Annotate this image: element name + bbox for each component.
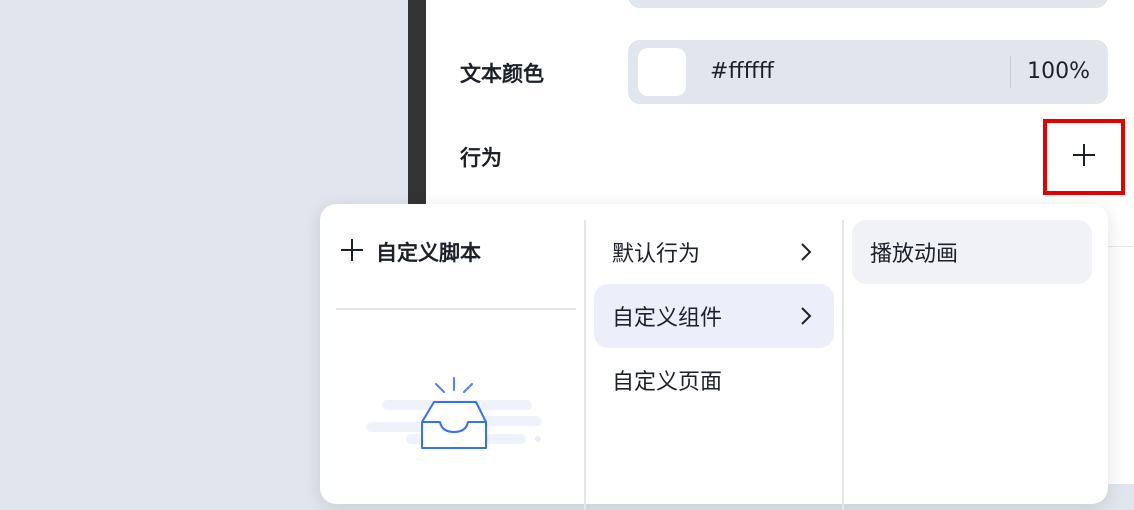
- menu-item-label: 默认行为: [612, 242, 701, 267]
- chevron-right-icon: [800, 242, 812, 266]
- plus-icon: [1071, 142, 1097, 172]
- action-play-animation[interactable]: 播放动画: [852, 220, 1092, 284]
- custom-script-label: 自定义脚本: [376, 241, 481, 265]
- script-divider: [336, 308, 576, 310]
- color-swatch[interactable]: [638, 48, 686, 96]
- previous-field[interactable]: [628, 0, 1108, 8]
- menu-item-label: 自定义组件: [612, 306, 723, 331]
- text-color-field[interactable]: #ffffff 100%: [628, 40, 1108, 104]
- plus-icon: [340, 238, 364, 266]
- empty-inbox-icon: [364, 374, 549, 458]
- action-label: 播放动画: [870, 242, 959, 267]
- menu-item-custom-component[interactable]: 自定义组件: [594, 284, 834, 348]
- chevron-right-icon: [800, 306, 812, 330]
- menu-item-label: 自定义页面: [612, 370, 723, 395]
- behavior-menu-popover: 自定义脚本 默认行为 自定义组件 自定义页面 播放动画: [320, 204, 1108, 510]
- custom-script-button[interactable]: 自定义脚本: [340, 234, 481, 270]
- menu-column-divider: [584, 220, 586, 510]
- menu-column-divider: [842, 220, 844, 510]
- field-separator: [1010, 56, 1011, 88]
- text-color-label: 文本颜色: [460, 62, 544, 86]
- menu-item-custom-page[interactable]: 自定义页面: [594, 348, 834, 412]
- color-hex-value[interactable]: #ffffff: [710, 59, 774, 84]
- behavior-label: 行为: [460, 146, 502, 170]
- add-behavior-button[interactable]: [1043, 119, 1125, 195]
- menu-item-default-behavior[interactable]: 默认行为: [594, 220, 834, 284]
- color-opacity-value[interactable]: 100%: [1027, 59, 1090, 84]
